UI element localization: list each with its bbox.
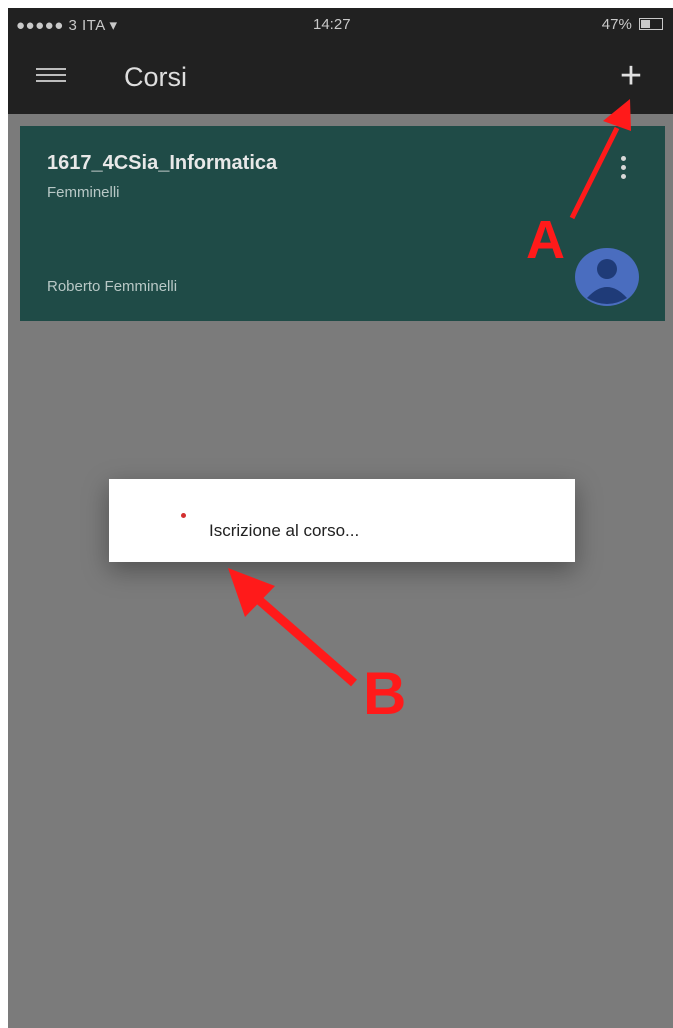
arrow-b-annotation: B (228, 568, 406, 727)
annotation-label-b: B (363, 660, 406, 727)
arrow-a-annotation: A (526, 99, 631, 270)
annotation-overlay: A B (228, 99, 631, 727)
annotation-label-a: A (526, 210, 565, 270)
